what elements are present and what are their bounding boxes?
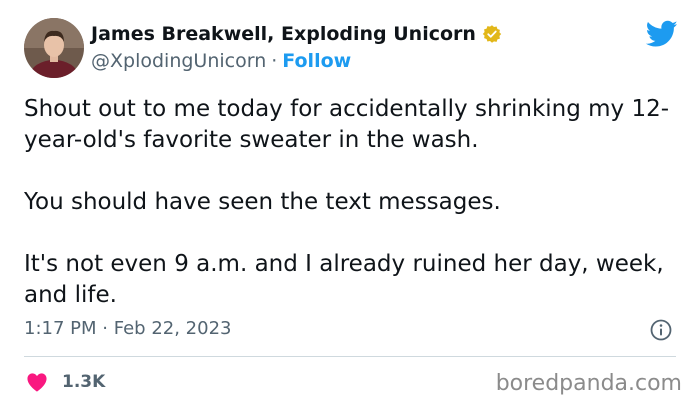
- author-handle[interactable]: @XplodingUnicorn: [91, 50, 266, 72]
- tweet-timestamp[interactable]: 1:17 PM · Feb 22, 2023: [24, 318, 231, 339]
- verified-badge-icon: [482, 24, 502, 44]
- follow-link[interactable]: Follow: [282, 50, 351, 72]
- divider: [24, 356, 676, 357]
- tweet-paragraph-3: It's not even 9 a.m. and I already ruine…: [24, 251, 664, 308]
- meta-separator: ·: [102, 318, 108, 339]
- like-count: 1.3K: [62, 372, 106, 392]
- heart-icon: [26, 372, 48, 392]
- tweet-text: Shout out to me today for accidentally s…: [24, 94, 684, 311]
- tweet-time: 1:17 PM: [24, 318, 97, 339]
- tweet-date: Feb 22, 2023: [113, 318, 232, 339]
- info-icon[interactable]: [650, 319, 672, 341]
- author-row: James Breakwell, Exploding Unicorn: [91, 23, 502, 45]
- author-name[interactable]: James Breakwell, Exploding Unicorn: [91, 23, 476, 45]
- avatar[interactable]: [24, 18, 84, 78]
- like-button[interactable]: 1.3K: [26, 372, 105, 392]
- twitter-bird-icon[interactable]: [645, 20, 678, 48]
- handle-separator: ·: [271, 50, 278, 72]
- tweet-paragraph-2: You should have seen the text messages.: [24, 189, 501, 215]
- tweet-paragraph-1: Shout out to me today for accidentally s…: [24, 96, 670, 153]
- source-watermark: boredpanda.com: [495, 371, 682, 396]
- handle-row: @XplodingUnicorn · Follow: [91, 50, 351, 72]
- tweet-card: James Breakwell, Exploding Unicorn @Xplo…: [0, 0, 700, 410]
